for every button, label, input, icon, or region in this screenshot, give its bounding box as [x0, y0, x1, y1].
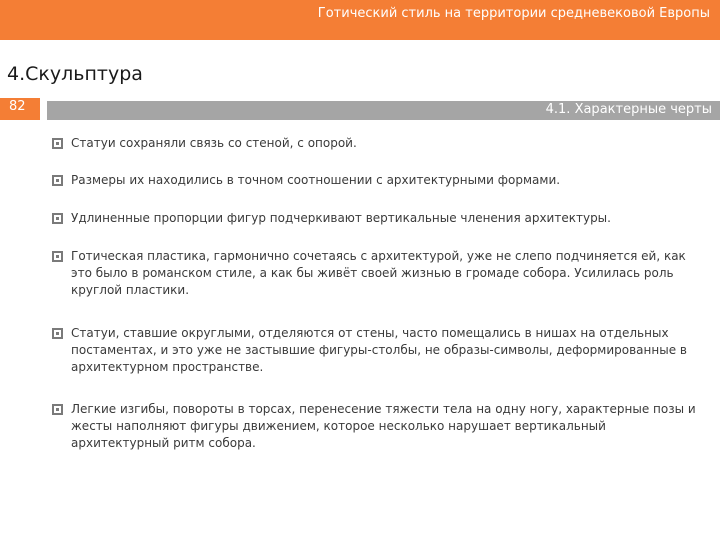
header-bar: Готический стиль на территории средневек…	[0, 0, 720, 40]
list-item: Статуи, ставшие округлыми, отделяются от…	[52, 325, 702, 376]
bullet-text: Удлиненные пропорции фигур подчеркивают …	[71, 211, 611, 225]
list-item: Удлиненные пропорции фигур подчеркивают …	[52, 210, 702, 227]
checkbox-bullet-icon	[52, 404, 63, 415]
bullet-text: Готическая пластика, гармонично сочетаяс…	[71, 249, 686, 297]
checkbox-bullet-icon	[52, 175, 63, 186]
slide: Готический стиль на территории средневек…	[0, 0, 720, 540]
subtitle-text: 4.1. Характерные черты	[545, 102, 712, 117]
list-item: Легкие изгибы, повороты в торсах, перене…	[52, 401, 702, 452]
bullet-text: Статуи, ставшие округлыми, отделяются от…	[71, 326, 687, 374]
presentation-title: Готический стиль на территории средневек…	[317, 6, 710, 21]
list-item: Статуи сохраняли связь со стеной, с опор…	[52, 135, 702, 152]
checkbox-bullet-icon	[52, 251, 63, 262]
section-title: 4.Скульптура	[7, 63, 143, 85]
list-item: Готическая пластика, гармонично сочетаяс…	[52, 248, 702, 299]
checkbox-bullet-icon	[52, 328, 63, 339]
bullet-text: Легкие изгибы, повороты в торсах, перене…	[71, 402, 696, 450]
bullet-list: Статуи сохраняли связь со стеной, с опор…	[52, 135, 702, 452]
checkbox-bullet-icon	[52, 138, 63, 149]
bullet-text: Размеры их находились в точном соотношен…	[71, 173, 561, 187]
page-number-badge: 82	[0, 98, 40, 120]
bullet-text: Статуи сохраняли связь со стеной, с опор…	[71, 136, 357, 150]
list-item: Размеры их находились в точном соотношен…	[52, 172, 702, 189]
subtitle-bar: 4.1. Характерные черты	[47, 101, 720, 120]
checkbox-bullet-icon	[52, 213, 63, 224]
